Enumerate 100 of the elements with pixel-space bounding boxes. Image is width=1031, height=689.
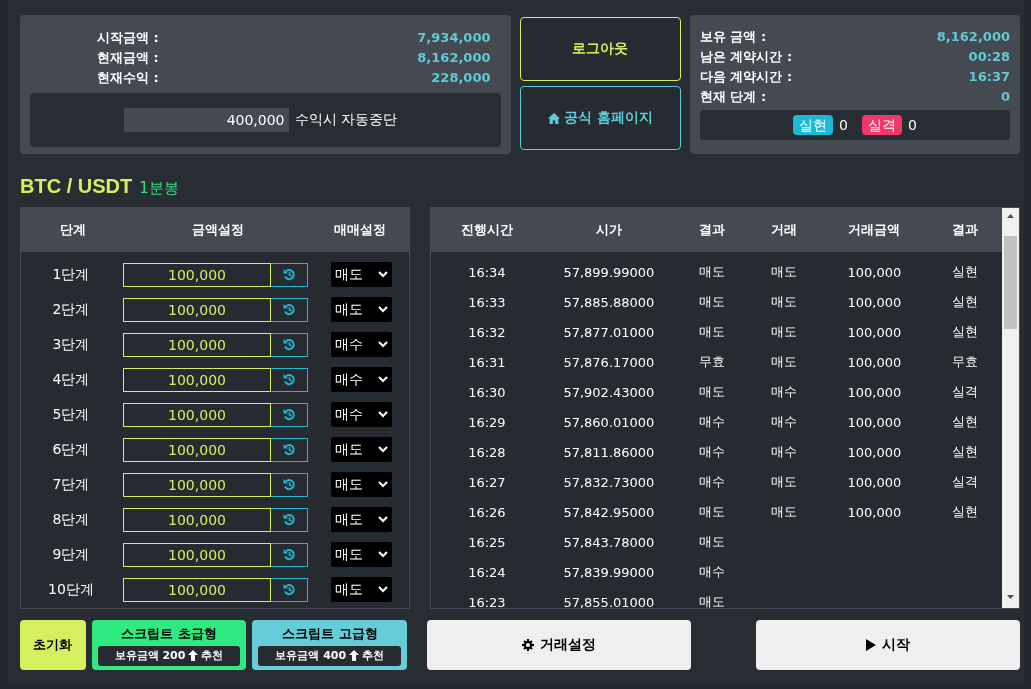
- column-header: 매매설정: [333, 221, 387, 239]
- amount-field[interactable]: 100,000: [123, 577, 271, 602]
- trade-select[interactable]: 매도: [331, 262, 392, 287]
- table-cell-text: 16:26: [467, 504, 507, 520]
- script-button[interactable]: 스크립트 고급형 보유금액 400 추천: [252, 620, 408, 670]
- status-label: 보유 금액 :: [699, 28, 767, 46]
- trade-select[interactable]: 매도: [331, 297, 392, 322]
- step-label: 9단계: [51, 545, 91, 564]
- table-cell-text: 100,000: [846, 294, 903, 310]
- reset-amount-button[interactable]: [271, 437, 308, 462]
- pair-title: BTC / USDT: [20, 175, 133, 198]
- table-cell-text: 매수: [698, 473, 727, 491]
- undo-icon: [282, 548, 296, 561]
- step-label: 8단계: [51, 510, 91, 529]
- reset-amount-button[interactable]: [271, 297, 308, 322]
- reset-amount-button[interactable]: [271, 402, 308, 427]
- table-cell-text: 실격: [951, 473, 980, 491]
- table-cell-text: 무효: [951, 353, 980, 371]
- step-label: 10단계: [47, 580, 95, 599]
- trade-select[interactable]: 매도: [331, 577, 392, 602]
- logout-button[interactable]: 로그아웃: [519, 17, 681, 81]
- reset-amount-button[interactable]: [271, 367, 308, 392]
- amount-field[interactable]: 100,000: [123, 332, 271, 357]
- result-badge: 실현: [793, 115, 833, 135]
- table-cell-text: 16:34: [467, 264, 507, 280]
- reset-amount-button[interactable]: [271, 472, 308, 497]
- table-cell-text: 매도: [769, 503, 798, 521]
- table-cell-text: 매도: [698, 263, 727, 281]
- amount-field[interactable]: 100,000: [123, 507, 271, 532]
- reset-button[interactable]: 초기화: [20, 620, 86, 670]
- table-cell-text: 매수: [698, 443, 727, 461]
- trade-select[interactable]: 매수: [331, 367, 392, 392]
- status-value: 00:28: [968, 48, 1010, 66]
- result-badge: 실격: [861, 115, 902, 135]
- script-button[interactable]: 스크립트 초급형 보유금액 200 추천: [91, 620, 247, 670]
- recommend-label: 보유금액 200 추천: [97, 645, 241, 666]
- amount-field[interactable]: 100,000: [123, 297, 271, 322]
- table-cell-text: 57,902.43000: [562, 384, 656, 400]
- status-label: 남은 계약시간 :: [699, 48, 793, 66]
- reset-amount-button[interactable]: [271, 507, 308, 532]
- table-cell-text: 100,000: [846, 264, 903, 280]
- reset-amount-button[interactable]: [271, 542, 308, 567]
- table-cell-text: 16:27: [467, 474, 507, 490]
- status-value: 8,162,000: [936, 28, 1010, 46]
- chevron-down-icon: [378, 586, 388, 593]
- stat-value: 8,162,000: [417, 49, 491, 67]
- table-cell-text: 무효: [698, 353, 727, 371]
- chevron-down-icon: [378, 516, 388, 523]
- table-cell-text: 매도: [698, 323, 727, 341]
- step-label: 3단계: [51, 335, 91, 354]
- amount-field[interactable]: 100,000: [123, 402, 271, 427]
- homepage-button[interactable]: 공식 홈페이지: [519, 86, 681, 150]
- table-cell-text: 매도: [769, 263, 798, 281]
- table-cell-text: 매수: [698, 413, 727, 431]
- undo-icon: [282, 478, 296, 491]
- reset-amount-button[interactable]: [271, 577, 308, 602]
- table-cell-text: 실현: [951, 323, 980, 341]
- column-header: 금액설정: [190, 221, 245, 239]
- amount-field[interactable]: 100,000: [123, 472, 271, 497]
- stat-label: 현재금액 :: [97, 49, 159, 67]
- trade-select[interactable]: 매수: [331, 332, 392, 357]
- gear-icon: [522, 639, 535, 651]
- table-cell-text: 실현: [951, 503, 980, 521]
- amount-field[interactable]: 100,000: [123, 542, 271, 567]
- table-cell-text: 실현: [951, 263, 980, 281]
- status-label: 현재 단계 :: [699, 88, 767, 106]
- column-header: 단계: [58, 221, 87, 239]
- trade-settings-button[interactable]: 거래설정: [427, 620, 692, 670]
- table-cell-text: 실현: [951, 443, 980, 461]
- trade-select[interactable]: 매도: [331, 437, 392, 462]
- table-cell-text: 매도: [698, 503, 727, 521]
- stat-label: 현재수익 :: [97, 69, 159, 87]
- profit-stop-field[interactable]: 400,000: [123, 108, 289, 132]
- table-cell-text: 매수: [698, 563, 727, 581]
- trade-select[interactable]: 매도: [331, 472, 392, 497]
- table-cell-text: 57,860.01000: [562, 414, 656, 430]
- amount-field[interactable]: 100,000: [123, 437, 271, 462]
- start-button[interactable]: 시작: [756, 620, 1020, 670]
- chevron-down-icon: [378, 551, 388, 558]
- step-label: 7단계: [51, 475, 91, 494]
- trade-select[interactable]: 매수: [331, 402, 392, 427]
- amount-field[interactable]: 100,000: [123, 367, 271, 392]
- table-cell-text: 100,000: [846, 354, 903, 370]
- trade-select[interactable]: 매도: [331, 542, 392, 567]
- amount-field[interactable]: 100,000: [123, 262, 271, 287]
- chevron-down-icon: [378, 306, 388, 313]
- undo-icon: [282, 513, 296, 526]
- table-cell-text: 57,832.73000: [562, 474, 656, 490]
- table-cell-text: 100,000: [846, 384, 903, 400]
- table-cell-text: 57,842.95000: [562, 504, 656, 520]
- column-header: 진행시간: [459, 221, 514, 239]
- reset-amount-button[interactable]: [271, 332, 308, 357]
- trade-select[interactable]: 매도: [331, 507, 392, 532]
- table-cell-text: 매수: [769, 443, 798, 461]
- arrow-up-icon: [349, 650, 360, 661]
- table-cell-text: 16:32: [467, 324, 507, 340]
- reset-amount-button[interactable]: [271, 262, 308, 287]
- column-header: 거래금액: [847, 221, 902, 239]
- table-cell-text: 16:33: [467, 294, 507, 310]
- auto-stop-label: 수익시 자동중단: [294, 111, 397, 129]
